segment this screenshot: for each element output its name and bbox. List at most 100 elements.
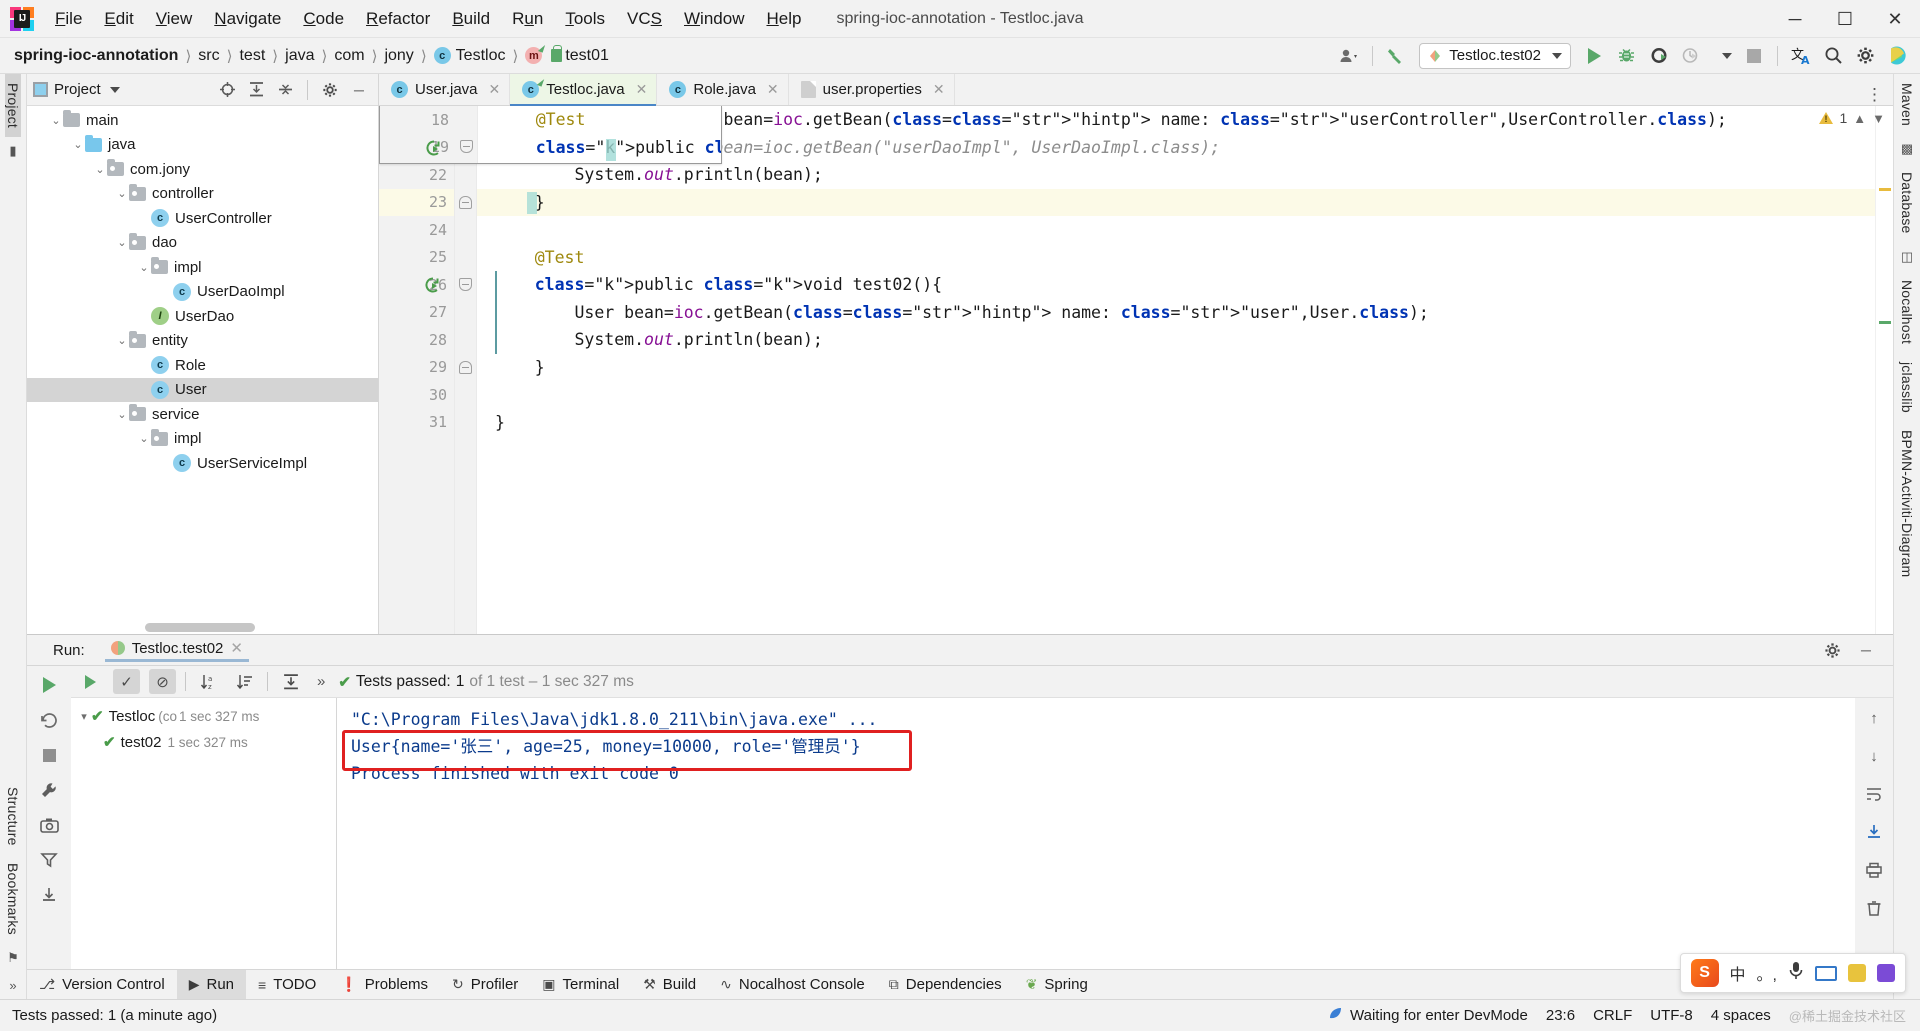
chevron-down-icon[interactable]: [109, 86, 120, 93]
print-icon[interactable]: [1861, 858, 1887, 882]
test-tree[interactable]: ▾ ✔ Testloc (co 1 sec 327 ms ✔ test02 1: [71, 698, 337, 969]
ime-language[interactable]: 中: [1730, 961, 1746, 985]
tree-node-service[interactable]: ⌄ service: [27, 402, 378, 427]
code-folding-column[interactable]: [455, 106, 477, 634]
tree-node-entity[interactable]: ⌄ entity: [27, 329, 378, 354]
code-line[interactable]: [477, 216, 1875, 244]
search-icon[interactable]: [1818, 42, 1848, 70]
run-with-coverage-button[interactable]: [1643, 42, 1673, 70]
tree-node-dao[interactable]: ⌄ dao: [27, 231, 378, 256]
stop-icon[interactable]: [36, 744, 62, 766]
profiler-button[interactable]: [1675, 42, 1705, 70]
mic-icon[interactable]: [1788, 961, 1804, 985]
rail-jclasslib[interactable]: jclasslib: [1899, 353, 1915, 422]
run-test-gutter-icon[interactable]: [425, 277, 441, 293]
test-tree-row[interactable]: ▾ ✔ Testloc (co 1 sec 327 ms: [71, 703, 336, 729]
code-line[interactable]: }: [477, 409, 1875, 437]
sort-alphabetically-icon[interactable]: az: [195, 669, 222, 694]
menu-navigate[interactable]: Navigate: [203, 0, 292, 38]
chevron-down-icon[interactable]: ⌄: [49, 114, 63, 127]
tree-node-role[interactable]: c Role: [27, 353, 378, 378]
rerun-failed-icon[interactable]: [36, 709, 62, 731]
tree-node-java[interactable]: ⌄ java: [27, 133, 378, 158]
rail-more-icon[interactable]: »: [9, 978, 16, 993]
run-button[interactable]: [1579, 42, 1609, 70]
chevron-down-icon[interactable]: ⌄: [137, 432, 151, 445]
profiler-dropdown-icon[interactable]: [1707, 42, 1737, 70]
tree-node-controller[interactable]: ⌄ controller: [27, 182, 378, 207]
editor-tab-testloc-java[interactable]: c Testloc.java ✕: [510, 74, 658, 106]
console-output[interactable]: "C:\Program Files\Java\jdk1.8.0_211\bin\…: [337, 698, 1855, 969]
breadcrumb-java[interactable]: java: [285, 47, 314, 65]
chevron-down-icon[interactable]: ⌄: [115, 408, 129, 421]
bottom-tab-problems[interactable]: ❗ Problems: [328, 970, 440, 999]
close-button[interactable]: ✕: [1870, 0, 1920, 38]
translate-icon[interactable]: 文A: [1786, 42, 1816, 70]
tree-node-user[interactable]: c User: [27, 377, 378, 402]
menu-tools[interactable]: Tools: [554, 0, 616, 38]
chevron-down-icon[interactable]: ⌄: [115, 187, 129, 200]
gear-icon[interactable]: [1850, 42, 1880, 70]
run-tests-icon[interactable]: [77, 669, 104, 694]
code-fold-marker[interactable]: [459, 195, 472, 209]
chevron-down-icon[interactable]: ⌄: [115, 236, 129, 249]
sogou-icon[interactable]: S: [1690, 959, 1719, 987]
indent-setting[interactable]: 4 spaces: [1711, 1007, 1771, 1024]
code-line[interactable]: [477, 381, 1875, 409]
tree-node-userdaoimpl[interactable]: c UserDaoImpl: [27, 280, 378, 305]
rail-project[interactable]: Project: [5, 74, 21, 137]
trash-icon[interactable]: [1861, 896, 1887, 920]
code-line[interactable]: System.out.println(bean);: [477, 326, 1875, 354]
menu-run[interactable]: Run: [501, 0, 554, 38]
horizontal-scrollbar[interactable]: [145, 623, 255, 632]
close-tab-icon[interactable]: ✕: [767, 81, 779, 98]
menu-help[interactable]: Help: [755, 0, 812, 38]
menu-view[interactable]: View: [145, 0, 204, 38]
build-hammer-icon[interactable]: [1381, 42, 1411, 70]
breadcrumb-project[interactable]: spring-ioc-annotation: [14, 47, 178, 65]
editor-tabs-menu-icon[interactable]: ⋮: [1866, 85, 1893, 105]
menu-edit[interactable]: Edit: [93, 0, 144, 38]
minimize-button[interactable]: ─: [1770, 0, 1820, 38]
expand-all-icon[interactable]: [277, 669, 304, 694]
chevron-down-icon[interactable]: ▼: [1872, 111, 1885, 126]
scroll-up-icon[interactable]: ↑: [1861, 706, 1887, 730]
palette-icon[interactable]: [1877, 964, 1895, 982]
menu-file[interactable]: FFileile: [44, 0, 93, 38]
code-line[interactable]: @Test: [477, 244, 1875, 272]
bottom-tab-terminal[interactable]: ▣ Terminal: [530, 970, 631, 999]
expand-all-icon[interactable]: [243, 77, 269, 103]
scroll-from-source-icon[interactable]: [214, 77, 240, 103]
code-line[interactable]: }: [477, 188, 1875, 216]
rail-structure[interactable]: Structure: [5, 778, 21, 855]
stop-button[interactable]: [1739, 42, 1769, 70]
code-fold-marker[interactable]: [459, 360, 472, 374]
hide-panel-icon[interactable]: ─: [1853, 637, 1879, 663]
breadcrumb-test01[interactable]: m test01: [525, 45, 609, 65]
chevron-down-icon[interactable]: ⌄: [115, 334, 129, 347]
breadcrumb-test[interactable]: test: [239, 47, 265, 65]
bottom-tab-todo[interactable]: ≡ TODO: [246, 970, 328, 999]
inspection-widget[interactable]: 1 ▲ ▼: [1819, 110, 1885, 126]
code-fold-marker[interactable]: [459, 278, 472, 291]
ime-punctuation[interactable]: 。,: [1757, 961, 1777, 985]
code-line[interactable]: }: [477, 354, 1875, 382]
wrench-icon[interactable]: [36, 779, 62, 801]
show-ignored-toggle[interactable]: ⊘: [149, 669, 176, 694]
breadcrumb-testloc[interactable]: c Testloc: [433, 47, 505, 65]
bottom-tab-dependencies[interactable]: ⧉ Dependencies: [877, 970, 1014, 999]
tree-node-userdao[interactable]: I UserDao: [27, 304, 378, 329]
run-configuration-selector[interactable]: Testloc.test02: [1419, 42, 1571, 69]
bottom-tab-version-control[interactable]: ⎇ Version Control: [27, 970, 177, 999]
tree-node-impl[interactable]: ⌄ impl: [27, 427, 378, 452]
code-line[interactable]: class="k">public class="k">void test02()…: [477, 271, 1875, 299]
devmode-status[interactable]: Waiting for enter DevMode: [1328, 1006, 1528, 1025]
project-tree[interactable]: ⌄ main ⌄ java ⌄ com.jony ⌄ controller c UserContr…: [27, 106, 378, 634]
gear-icon[interactable]: [1819, 637, 1845, 663]
updates-icon[interactable]: [1882, 42, 1912, 70]
maximize-button[interactable]: ☐: [1820, 0, 1870, 38]
tree-node-main[interactable]: ⌄ main: [27, 108, 378, 133]
settings-gear-icon[interactable]: [317, 77, 343, 103]
menu-code[interactable]: Code: [292, 0, 355, 38]
tree-node-com-jony[interactable]: ⌄ com.jony: [27, 157, 378, 182]
